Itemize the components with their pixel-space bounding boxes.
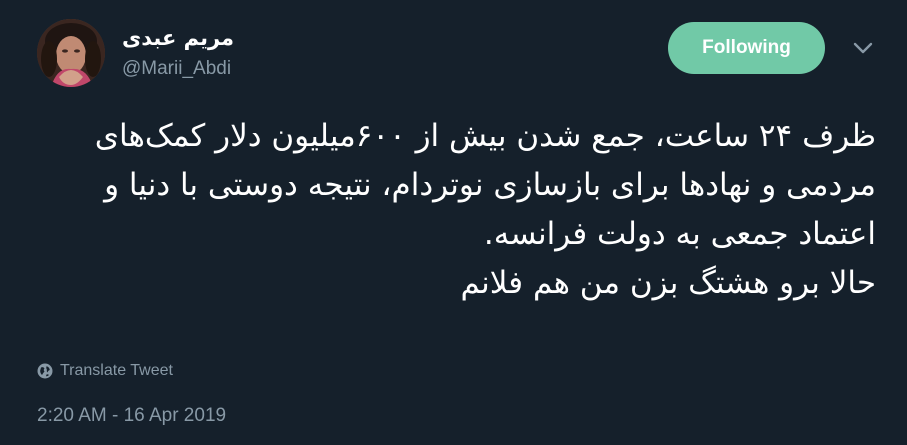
globe-icon — [37, 363, 53, 379]
following-button[interactable]: Following — [668, 22, 825, 74]
display-name[interactable]: مریم عبدی — [122, 24, 234, 52]
user-handle[interactable]: @Marii_Abdi — [122, 58, 231, 80]
tweet-timestamp[interactable]: 2:20 AM - 16 Apr 2019 — [37, 404, 226, 428]
translate-tweet-label: Translate Tweet — [60, 362, 173, 379]
tweet-text: ظرف ۲۴ ساعت، جمع شدن بیش از ۶۰۰میلیون دل… — [94, 118, 876, 301]
avatar-image — [37, 19, 105, 87]
avatar[interactable] — [37, 19, 105, 87]
chevron-down-icon[interactable] — [852, 40, 874, 56]
translate-tweet-link[interactable]: Translate Tweet — [37, 360, 173, 382]
tweet-card: مریم عبدی @Marii_Abdi Following ظرف ۲۴ س… — [0, 0, 907, 445]
